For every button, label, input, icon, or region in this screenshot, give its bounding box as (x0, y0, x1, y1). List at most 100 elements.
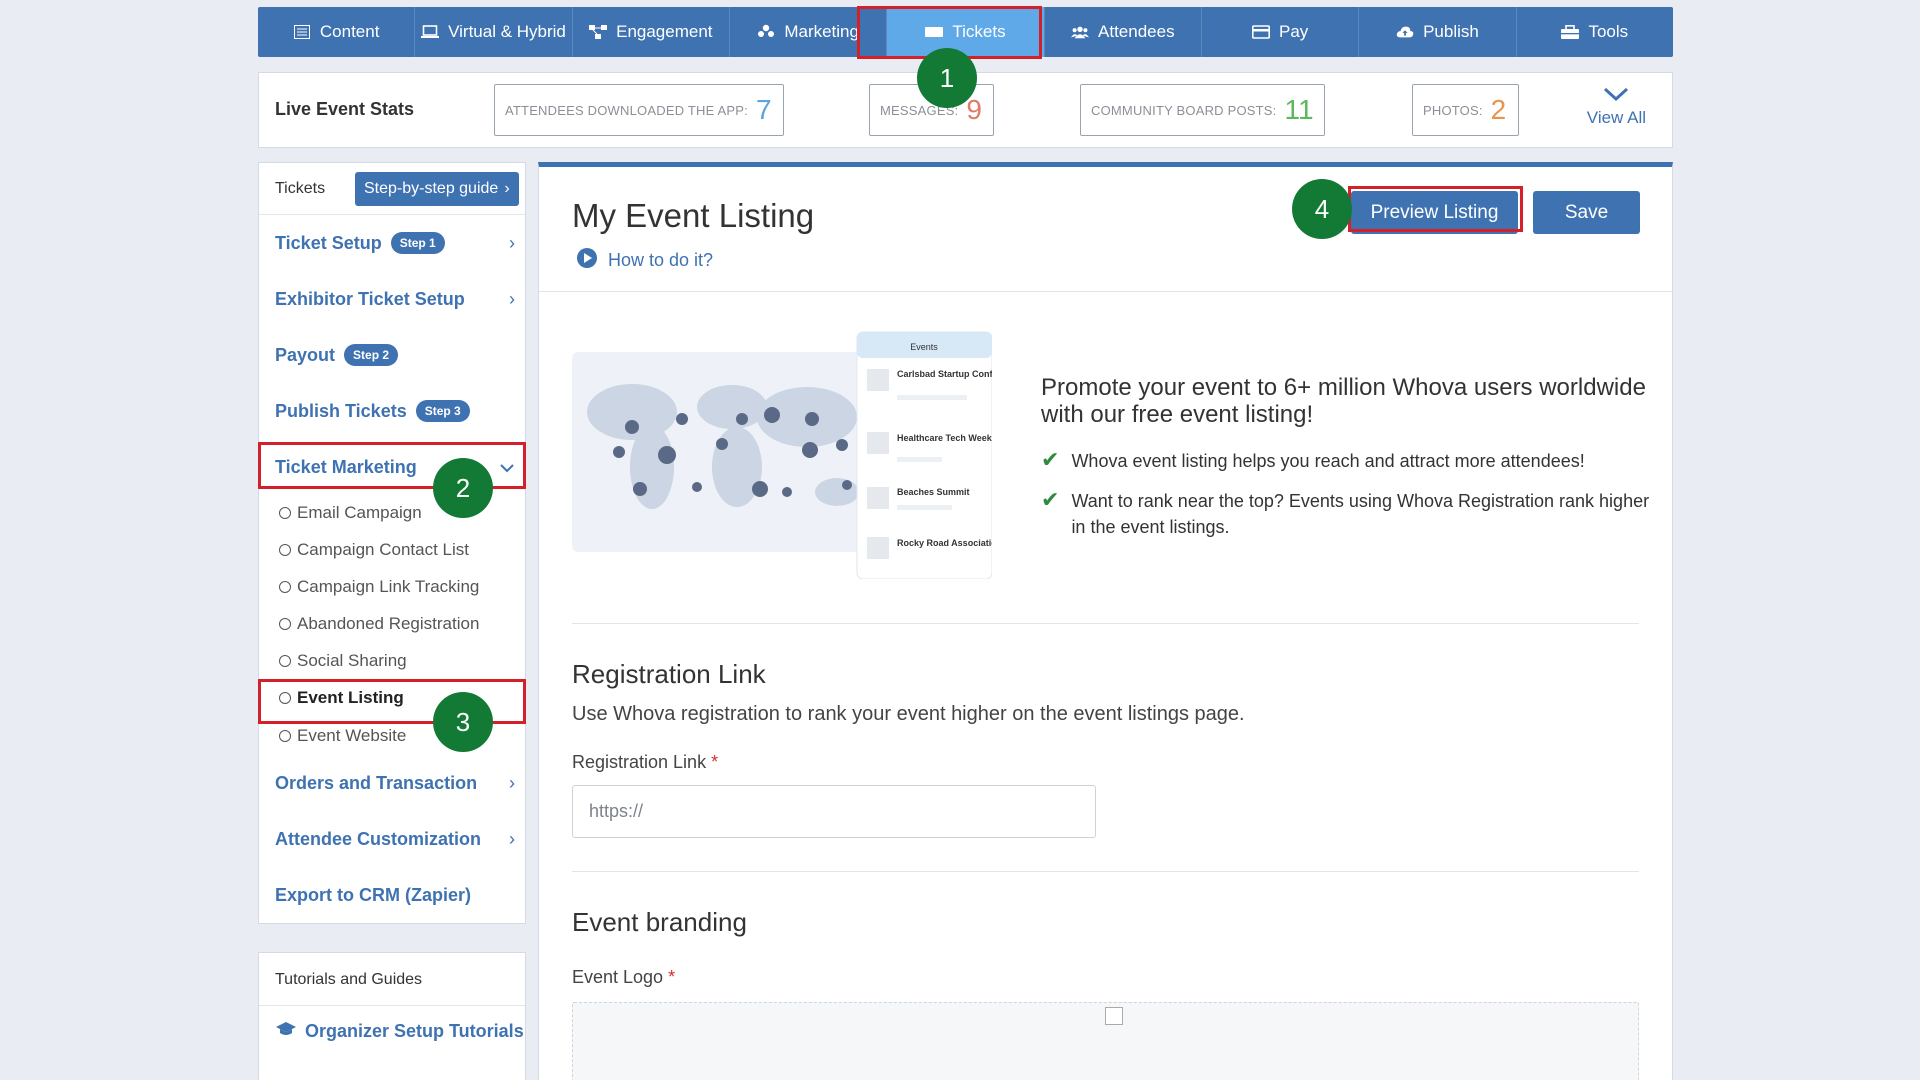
illustration-event-2: Healthcare Tech Week (897, 433, 992, 443)
sidebar-header: Tickets Step-by-step guide › (259, 163, 525, 215)
sidebar-title: Tickets (275, 180, 326, 197)
step-marker-1: 1 (917, 48, 977, 108)
sidebar-item-label: Export to CRM (Zapier) (275, 884, 471, 905)
subitem-label: Event Listing (297, 688, 404, 707)
checkmark-icon: ✔ (1041, 487, 1060, 512)
subitem-campaign-link-tracking[interactable]: Campaign Link Tracking (279, 572, 479, 602)
subitem-email-campaign[interactable]: Email Campaign (279, 498, 422, 528)
subitem-label: Campaign Contact List (297, 540, 469, 559)
tutorials-link-label: Organizer Setup Tutorials (305, 1021, 524, 1041)
top-nav: Content Virtual & Hybrid Engagement Mark… (258, 7, 1673, 57)
illustration-event-4: Rocky Road Association (897, 538, 992, 548)
circle-icon (279, 581, 291, 593)
subitem-label: Email Campaign (297, 503, 422, 522)
save-button[interactable]: Save (1533, 191, 1640, 234)
tab-label: Virtual & Hybrid (448, 22, 566, 41)
tab-label: Content (319, 22, 380, 41)
sidebar-item-label: Publish Tickets (275, 400, 407, 421)
divider (572, 871, 1639, 872)
subitem-label: Campaign Link Tracking (297, 577, 480, 596)
chevron-right-icon: › (509, 772, 515, 793)
stat-app-downloads: Attendees downloaded the app: 7 (494, 84, 784, 136)
circle-icon (279, 730, 291, 742)
subitem-event-listing[interactable]: Event Listing (279, 683, 404, 713)
tab-label: Pay (1278, 22, 1309, 41)
tab-marketing[interactable]: Marketing (730, 7, 888, 57)
stat-label: Community board posts: (1091, 102, 1277, 118)
subitem-label: Social Sharing (297, 651, 407, 670)
circle-icon (279, 618, 291, 630)
event-logo-upload[interactable] (572, 1002, 1639, 1080)
tab-label: Tickets (952, 22, 1006, 41)
divider (572, 623, 1639, 624)
sidebar-item-publish-tickets[interactable]: Publish Tickets Step 3 (275, 394, 517, 428)
tab-pay[interactable]: Pay (1202, 7, 1360, 57)
sidebar-item-payout[interactable]: Payout Step 2 (275, 338, 517, 372)
tab-label: Publish (1423, 22, 1479, 41)
sidebar-item-exhibitor-ticket-setup[interactable]: Exhibitor Ticket Setup › (275, 282, 517, 316)
step-by-step-guide-button[interactable]: Step-by-step guide › (355, 172, 519, 206)
event-logo-label: Event Logo * (572, 967, 675, 988)
tab-content[interactable]: Content (258, 7, 416, 57)
circle-icon (279, 544, 291, 556)
tab-tickets[interactable]: Tickets (887, 7, 1045, 57)
field-label-text: Event Logo (572, 967, 664, 987)
sidebar-item-export-crm[interactable]: Export to CRM (Zapier) (275, 878, 517, 912)
view-all-button[interactable]: View All (1587, 85, 1646, 128)
credit-card-icon (1251, 24, 1270, 40)
divider (259, 1005, 525, 1006)
toolbox-icon (1561, 24, 1580, 40)
illustration-panel-title: Events (910, 342, 938, 352)
broken-image-icon (1105, 1007, 1123, 1025)
sidebar-item-label: Payout (275, 344, 336, 365)
circle-icon (279, 692, 291, 704)
promo-point-text: Want to rank near the top? Events using … (1071, 491, 1650, 537)
promo-point: ✔ Whova event listing helps you reach an… (1041, 448, 1651, 474)
tutorials-title: Tutorials and Guides (275, 971, 423, 988)
subitem-social-sharing[interactable]: Social Sharing (279, 646, 407, 676)
chevron-right-icon: › (509, 232, 515, 253)
sidebar-item-orders-transaction[interactable]: Orders and Transaction › (275, 766, 517, 800)
tab-label: Marketing (784, 22, 859, 41)
subitem-campaign-contact-list[interactable]: Campaign Contact List (279, 535, 469, 565)
organizer-setup-tutorials-link[interactable]: Organizer Setup Tutorials (275, 1021, 524, 1042)
promo-point: ✔ Want to rank near the top? Events usin… (1041, 488, 1651, 540)
list-icon (293, 24, 311, 40)
subitem-label: Abandoned Registration (297, 614, 480, 633)
sidebar-item-attendee-customization[interactable]: Attendee Customization › (275, 822, 517, 856)
tab-virtual-hybrid[interactable]: Virtual & Hybrid (415, 7, 573, 57)
laptop-icon (421, 24, 440, 40)
tab-engagement[interactable]: Engagement (573, 7, 730, 57)
stat-label: Attendees downloaded the app: (505, 102, 748, 118)
sidebar-item-ticket-setup[interactable]: Ticket Setup Step 1 › (275, 226, 517, 260)
promo-point-text: Whova event listing helps you reach and … (1071, 451, 1585, 471)
registration-link-input[interactable] (572, 785, 1096, 838)
subitem-event-website[interactable]: Event Website (279, 721, 406, 751)
registration-section-title: Registration Link (572, 659, 766, 689)
stat-value: 11 (1284, 94, 1314, 125)
chevron-right-icon: › (509, 828, 515, 849)
tab-label: Tools (1588, 22, 1629, 41)
step-badge: Step 1 (390, 232, 445, 254)
people-group-icon (757, 24, 775, 40)
sidebar-item-label: Attendee Customization (275, 828, 482, 849)
event-listing-illustration: Events Carlsbad Startup Conference Healt… (572, 331, 992, 579)
ticket-icon (925, 24, 944, 40)
tab-tools[interactable]: Tools (1517, 7, 1673, 57)
subitem-abandoned-registration[interactable]: Abandoned Registration (279, 609, 479, 639)
tab-publish[interactable]: Publish (1359, 7, 1517, 57)
sidebar-item-label: Exhibitor Ticket Setup (275, 288, 465, 309)
tab-attendees[interactable]: Attendees (1045, 7, 1202, 57)
step-marker-4: 4 (1292, 179, 1352, 239)
chevron-right-icon: › (509, 288, 515, 309)
preview-listing-button[interactable]: Preview Listing (1351, 191, 1518, 234)
subitem-label: Event Website (297, 726, 407, 745)
circle-icon (279, 655, 291, 667)
main-panel: My Event Listing How to do it? Preview L… (538, 162, 1673, 1080)
how-to-link[interactable]: How to do it? (576, 247, 713, 274)
step-badge: Step 3 (415, 400, 470, 422)
cloud-upload-icon (1396, 24, 1414, 40)
promo-headline: Promote your event to 6+ million Whova u… (1041, 374, 1646, 428)
chevron-down-icon (499, 457, 515, 478)
chevron-right-icon: › (504, 180, 510, 197)
